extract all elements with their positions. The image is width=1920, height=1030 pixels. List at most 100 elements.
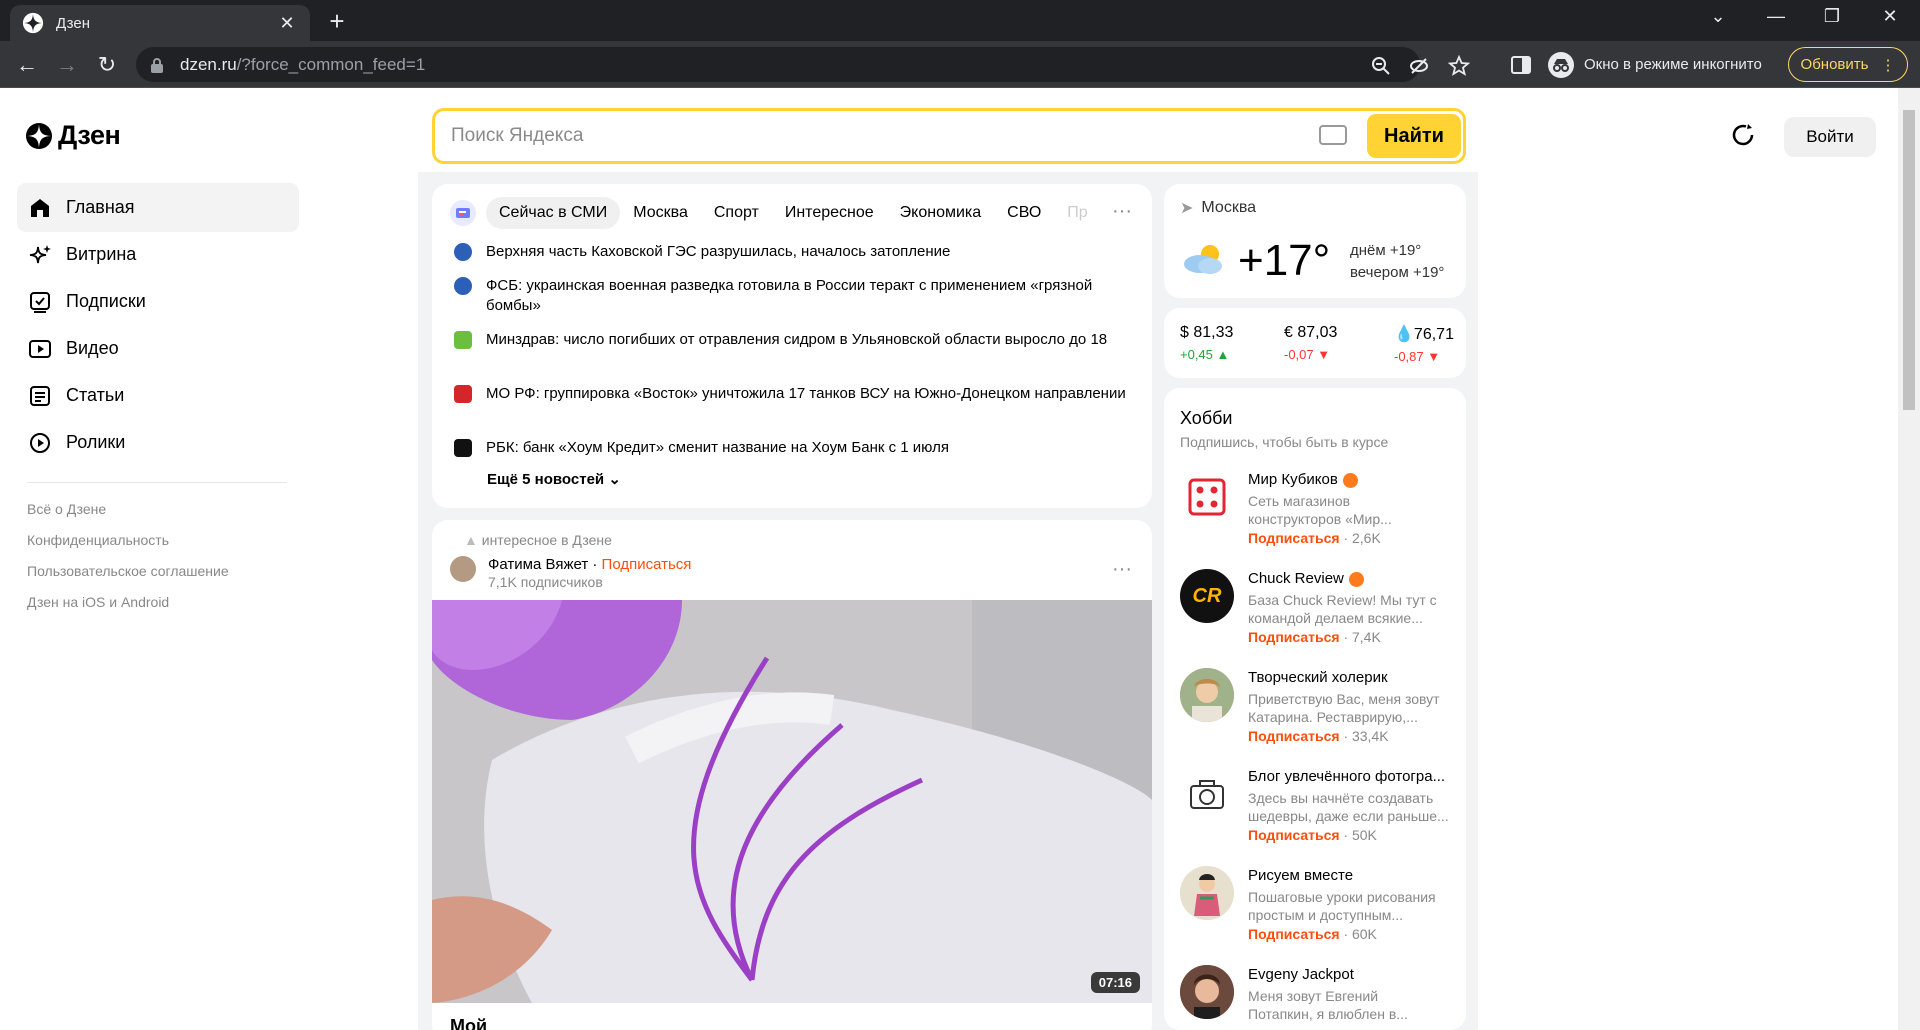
incognito-label: Окно в режиме инкогнито [1584,56,1762,73]
tab-now-in-media[interactable]: Сейчас в СМИ [486,197,621,229]
dzen-logo[interactable]: Дзен [26,120,121,151]
nav-item-video[interactable]: Видео [18,325,298,372]
news-item[interactable]: РБК: банк «Хоум Кредит» сменит название … [454,438,1134,458]
news-text: Минздрав: число погибших от отравления с… [486,331,1108,348]
tab-svo[interactable]: СВО [994,197,1054,229]
channel-item[interactable]: Творческий холерик Приветствую Вас, меня… [1180,668,1460,744]
nav-item-articles[interactable]: Статьи [18,372,298,419]
tracking-blocked-icon[interactable] [1408,55,1430,77]
nav-item-home[interactable]: Главная [18,184,298,231]
footer-link-apps[interactable]: Дзен на iOS и Android [27,593,229,624]
tab-moscow[interactable]: Москва [620,197,701,229]
browser-tab[interactable]: Дзен ✕ [10,5,310,41]
channel-name: Блог увлечённого фотогра... [1248,768,1446,785]
footer-link-about[interactable]: Всё о Дзене [27,500,229,531]
tab-economy[interactable]: Экономика [887,197,995,229]
browser-toolbar: ← → ↻ dzen.ru/?force_common_feed=1 Окно … [0,41,1920,88]
search-input[interactable] [451,123,1251,149]
incognito-indicator[interactable]: Окно в режиме инкогнито [1548,47,1762,82]
tab-truncated[interactable]: Пр [1054,197,1100,229]
news-item[interactable]: МО РФ: группировка «Восток» уничтожила 1… [454,384,1134,404]
back-arrow-icon[interactable]: ← [10,41,44,88]
channel-item[interactable]: CR Chuck Review База Chuck Review! Мы ту… [1180,569,1460,645]
channel-avatar [1180,965,1234,1019]
minimize-button[interactable]: — [1756,6,1796,27]
rate-usd: $ 81,33 +0,45 ▲ [1180,324,1233,362]
update-button[interactable]: Обновить ⋮ [1788,47,1908,82]
tab-search-icon[interactable]: ⌄ [1698,6,1738,27]
nav-label: Видео [66,338,119,358]
incognito-icon [1548,51,1574,78]
nav-item-subscriptions[interactable]: Подписки [18,278,298,325]
channel-subscribe[interactable]: Подписаться [1248,530,1340,546]
bookmark-star-icon[interactable] [1448,55,1470,77]
subscribe-link[interactable]: Подписаться [602,556,692,573]
lock-icon [151,57,163,73]
channel-item[interactable]: Рисуем вместе Пошаговые уроки рисования п… [1180,866,1460,942]
weather-widget[interactable]: ➤ Москва +17° днём +19° вечером +19° [1164,184,1466,298]
logo-text: Дзен [58,120,121,150]
news-source-logo-icon [454,385,472,403]
nav-item-clips[interactable]: Ролики [18,419,298,466]
channel-item[interactable]: Evgeny Jackpot Меня зовут Евгений Потапки… [1180,965,1460,1023]
channel-subscribe[interactable]: Подписаться [1248,827,1340,843]
footer-link-terms[interactable]: Пользовательское соглашение [27,562,229,593]
restore-button[interactable]: ❐ [1812,6,1852,27]
address-bar[interactable]: dzen.ru/?force_common_feed=1 [136,47,1470,82]
channel-desc: шедевры, даже если раньше... [1248,808,1449,824]
news-text: МО РФ: группировка «Восток» уничтожила 1… [486,385,1126,402]
nav-label: Главная [66,197,135,217]
search-button[interactable]: Найти [1367,114,1461,158]
login-button[interactable]: Войти [1784,117,1876,157]
news-item[interactable]: ФСБ: украинская военная разведка готовил… [454,276,1134,316]
flame-icon: ▲ [464,532,478,548]
channel-subscribe[interactable]: Подписаться [1248,728,1340,744]
more-news-button[interactable]: Ещё 5 новостей ⌄ [487,470,621,488]
tab-sport[interactable]: Спорт [701,197,772,229]
new-tab-button[interactable]: + [322,6,352,37]
post-caption[interactable]: Мой [450,1016,487,1030]
close-tab-icon[interactable]: ✕ [276,13,298,34]
news-item[interactable]: Минздрав: число погибших от отравления с… [454,330,1134,350]
hobby-subtitle: Подпишись, чтобы быть в курсе [1180,434,1389,450]
weather-temp: +17° [1238,236,1331,285]
forward-arrow-icon[interactable]: → [50,41,84,88]
author-name[interactable]: Фатима Вяжет [488,556,588,573]
tab-interesting[interactable]: Интересное [772,197,887,229]
post-author: Фатима Вяжет · Подписаться 7,1K подписчи… [450,556,691,590]
rate-change: -0,87 ▼ [1394,349,1441,364]
author-avatar[interactable] [450,556,476,582]
hobby-title: Хобби [1180,408,1233,428]
channel-item[interactable]: Блог увлечённого фотогра... Здесь вы нач… [1180,767,1460,843]
camera-icon [1190,780,1224,809]
rate-eur: € 87,03 -0,07 ▼ [1284,324,1337,362]
oil-drop-icon: 💧 [1394,326,1414,343]
rates-widget[interactable]: $ 81,33 +0,45 ▲ € 87,03 -0,07 ▼ 💧76,71 -0,8… [1164,308,1466,378]
news-more-icon[interactable]: ··· [1112,200,1132,223]
channel-subscribe[interactable]: Подписаться [1248,926,1340,942]
post-card: ▲ интересное в Дзене Фатима Вяжет · Подп… [432,520,1152,1030]
dzen-favicon-icon [22,12,44,34]
close-window-button[interactable]: ✕ [1870,6,1910,27]
channel-count: · 33,4K [1343,728,1389,744]
news-source-logo-icon [454,243,472,261]
nav-item-showcase[interactable]: Витрина [18,231,298,278]
side-panel-icon[interactable] [1510,54,1532,76]
reload-icon[interactable]: ↻ [90,41,124,88]
zoom-icon[interactable] [1370,55,1392,77]
post-more-icon[interactable]: ··· [1112,558,1132,581]
tab-title: Дзен [56,14,90,32]
keyboard-icon[interactable] [1319,125,1347,145]
news-item[interactable]: Верхняя часть Каховской ГЭС разрушилась,… [454,242,1134,262]
footer-link-privacy[interactable]: Конфиденциальность [27,531,229,562]
rate-value: € 87,03 [1284,324,1338,341]
channel-desc: командой делаем всякие... [1248,610,1423,626]
refresh-feed-icon[interactable] [1728,120,1758,150]
rate-value: $ 81,33 [1180,324,1234,341]
channel-avatar [1180,470,1234,524]
video-preview[interactable]: 07:16 [432,600,1152,1003]
channel-subscribe[interactable]: Подписаться [1248,629,1340,645]
channel-item[interactable]: Мир Кубиков Сеть магазинов конструкторов … [1180,470,1460,546]
news-text: ФСБ: украинская военная разведка готовил… [486,277,1093,314]
page-scrollbar-thumb[interactable] [1903,110,1915,410]
